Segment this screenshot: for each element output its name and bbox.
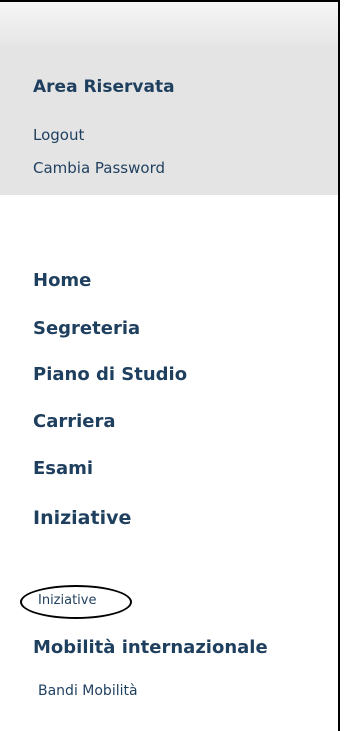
change-password-link[interactable]: Cambia Password: [33, 159, 165, 177]
nav-iniziative[interactable]: Iniziative: [33, 507, 131, 529]
subnav-bandi-mobilita[interactable]: Bandi Mobilità: [38, 683, 138, 699]
top-band: [0, 2, 338, 46]
nav-esami[interactable]: Esami: [33, 458, 93, 479]
logout-link[interactable]: Logout: [33, 126, 84, 144]
nav-mobilita-internazionale[interactable]: Mobilità internazionale: [33, 637, 268, 658]
subnav-iniziative[interactable]: Iniziative: [38, 593, 97, 608]
reserved-area-title: Area Riservata: [33, 77, 175, 97]
nav-carriera[interactable]: Carriera: [33, 411, 116, 432]
nav-segreteria[interactable]: Segreteria: [33, 318, 140, 339]
nav-piano-di-studio[interactable]: Piano di Studio: [33, 364, 187, 385]
nav-home[interactable]: Home: [33, 270, 91, 291]
